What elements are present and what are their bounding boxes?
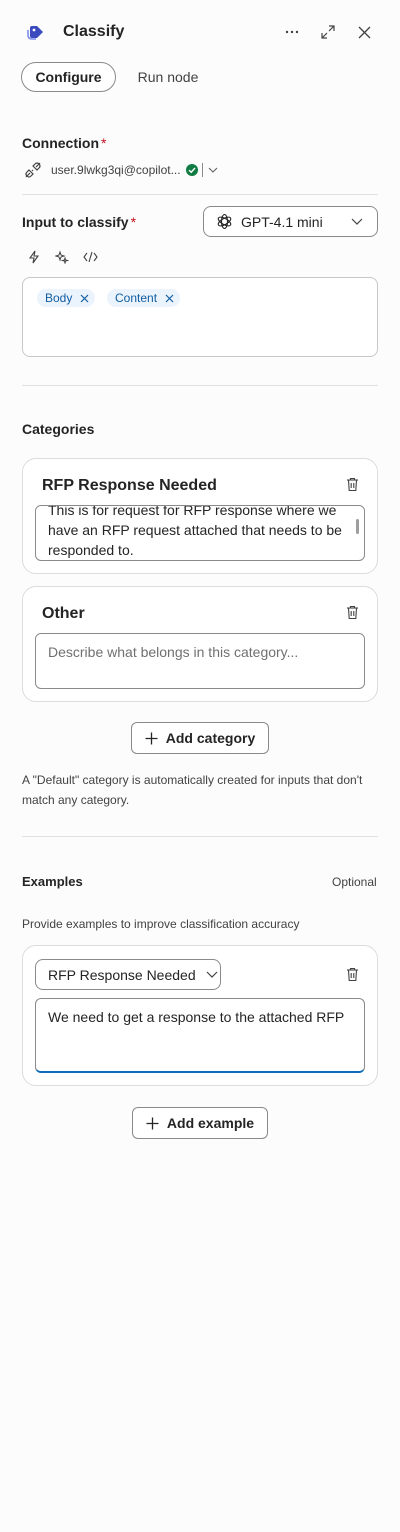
plus-icon xyxy=(146,1117,159,1130)
trash-icon[interactable] xyxy=(343,475,361,493)
trash-icon[interactable] xyxy=(343,965,361,983)
categories-heading: Categories xyxy=(22,421,95,437)
add-category-button[interactable]: Add category xyxy=(131,722,269,754)
tag-icon xyxy=(26,22,46,42)
add-example-button[interactable]: Add example xyxy=(132,1107,268,1139)
tab-configure[interactable]: Configure xyxy=(21,62,116,92)
optional-label: Optional xyxy=(332,875,377,889)
separator xyxy=(201,163,203,177)
examples-description: Provide examples to improve classificati… xyxy=(22,917,300,931)
connection-account: user.9lwkg3qi@copilot... xyxy=(51,163,181,177)
panel-title: Classify xyxy=(63,23,125,40)
model-name: GPT-4.1 mini xyxy=(241,213,323,230)
add-example-label: Add example xyxy=(166,1115,255,1131)
default-category-note: A "Default" category is automatically cr… xyxy=(22,773,363,807)
example-category-value: RFP Response Needed xyxy=(48,966,196,983)
expand-icon[interactable] xyxy=(318,22,338,42)
category-description-text: This is for request for RFP response whe… xyxy=(48,505,342,558)
divider xyxy=(22,385,378,386)
category-name[interactable]: RFP Response Needed xyxy=(42,477,217,495)
connection-label: Connection * xyxy=(22,135,106,151)
chevron-down-icon xyxy=(351,218,363,225)
category-description-input[interactable]: Describe what belongs in this category..… xyxy=(35,633,365,689)
example-text: We need to get a response to the attache… xyxy=(48,1009,345,1025)
category-name[interactable]: Other xyxy=(42,605,85,623)
input-chip[interactable]: Body xyxy=(37,289,96,307)
example-category-dropdown[interactable]: RFP Response Needed xyxy=(35,959,221,990)
lightning-icon[interactable] xyxy=(26,248,42,266)
model-selector[interactable]: GPT-4.1 mini xyxy=(203,206,378,237)
divider xyxy=(22,194,378,195)
input-label: Input to classify * xyxy=(22,214,136,230)
plug-icon xyxy=(24,160,44,180)
close-icon[interactable] xyxy=(354,22,374,42)
connection-selector[interactable]: user.9lwkg3qi@copilot... xyxy=(24,160,224,180)
tab-run-node[interactable]: Run node xyxy=(126,62,210,92)
scrollbar[interactable] xyxy=(356,519,359,534)
openai-icon xyxy=(216,213,233,230)
chevron-down-icon xyxy=(208,167,218,173)
sparkle-icon[interactable] xyxy=(54,248,70,266)
trash-icon[interactable] xyxy=(343,603,361,621)
input-chip[interactable]: Content xyxy=(107,289,181,307)
chip-label: Body xyxy=(45,291,73,305)
chevron-down-icon xyxy=(206,971,218,978)
required-mark: * xyxy=(101,135,107,151)
divider xyxy=(22,836,378,837)
close-icon[interactable] xyxy=(80,294,89,303)
close-icon[interactable] xyxy=(165,294,174,303)
input-label-text: Input to classify xyxy=(22,214,129,230)
add-category-label: Add category xyxy=(165,730,256,746)
more-icon[interactable] xyxy=(281,22,303,42)
required-mark: * xyxy=(130,214,137,230)
example-text-input[interactable]: We need to get a response to the attache… xyxy=(35,998,365,1073)
plus-icon xyxy=(145,732,158,745)
examples-heading: Examples xyxy=(22,874,83,889)
connection-label-text: Connection xyxy=(22,135,99,151)
category-description[interactable]: This is for request for RFP response whe… xyxy=(35,505,365,561)
code-icon[interactable] xyxy=(82,248,98,266)
verified-icon xyxy=(185,164,198,176)
chip-label: Content xyxy=(115,291,158,305)
